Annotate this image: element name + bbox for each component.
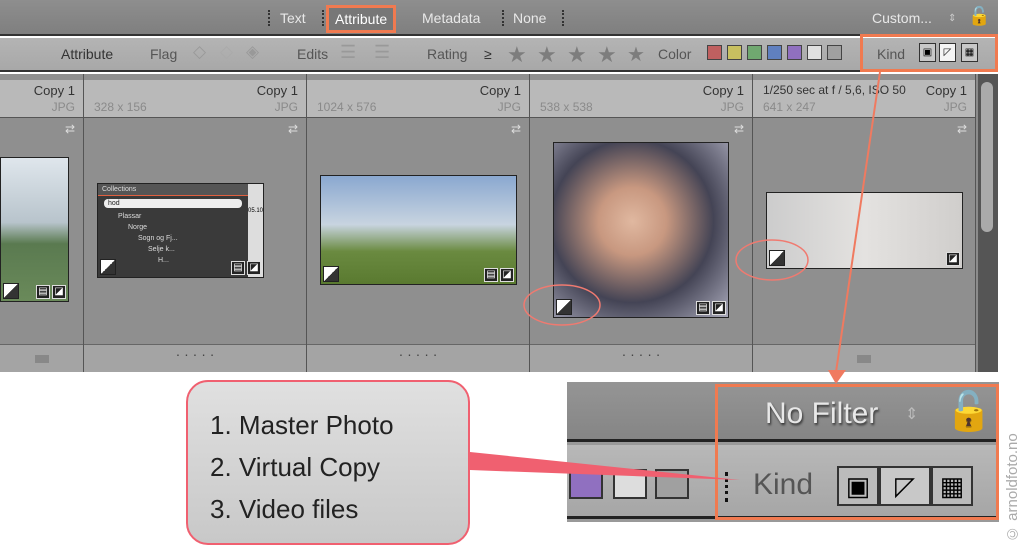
- watermark: © arnoldfoto.no: [1004, 433, 1021, 542]
- highlight-ellipse: [735, 239, 809, 281]
- annotation-arrows: [470, 71, 881, 480]
- highlight-ellipse: [523, 284, 601, 326]
- arrow-line: [835, 71, 881, 373]
- callout-pointer: [470, 452, 740, 480]
- arrow-head: [828, 370, 846, 384]
